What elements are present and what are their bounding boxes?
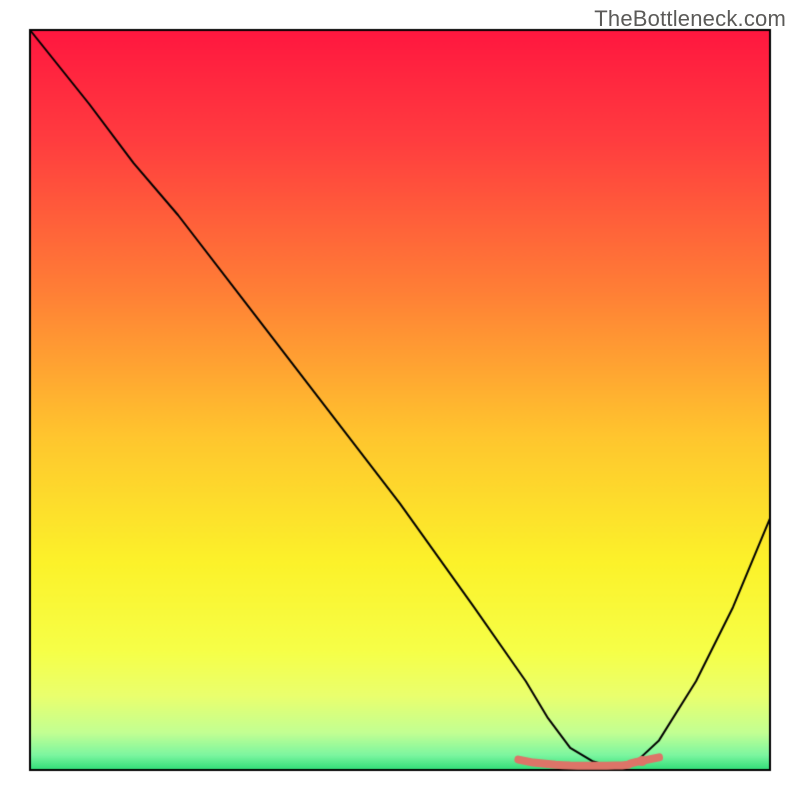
chart-container	[0, 0, 800, 800]
chart-canvas	[0, 0, 800, 800]
